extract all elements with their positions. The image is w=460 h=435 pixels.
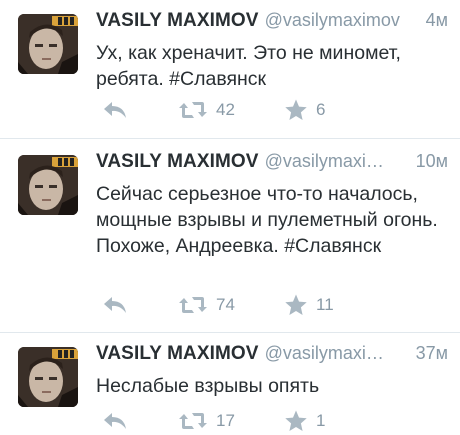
favorite-count: 6 (316, 100, 326, 119)
tweet-actions: 42 6 (96, 96, 436, 124)
star-icon (285, 294, 307, 315)
tweet-actions: 17 1 (96, 407, 436, 435)
retweet-count: 17 (216, 411, 235, 430)
avatar-image (18, 347, 78, 407)
reply-icon (104, 413, 126, 429)
tweet[interactable]: VASILY MAXIMOV @vasilymaxi… 37м Неслабые … (0, 333, 460, 432)
tweet[interactable]: VASILY MAXIMOV @vasilymaximov 4м Ух, как … (0, 0, 460, 138)
timestamp[interactable]: 37м (416, 343, 448, 364)
star-icon (285, 99, 307, 120)
tweet-text: Сейчас серьезное что-то началось, мощные… (96, 183, 438, 257)
author-handle[interactable]: @vasilymaxi… (265, 151, 384, 171)
reply-icon (104, 297, 126, 313)
retweet-icon (179, 102, 207, 118)
tweet-text: Ух, как хреначит. Это не миномет, ребята… (96, 42, 401, 90)
retweet-icon (179, 297, 207, 313)
tweet-content: VASILY MAXIMOV @vasilymaxi… 10м Сейчас се… (96, 151, 448, 259)
author-handle[interactable]: @vasilymaximov (265, 10, 400, 30)
favorite-button[interactable]: 11 (284, 291, 334, 319)
tweet-content: VASILY MAXIMOV @vasilymaxi… 37м Неслабые … (96, 343, 448, 399)
author-handle[interactable]: @vasilymaxi… (265, 343, 384, 363)
author-name[interactable]: VASILY MAXIMOV (96, 343, 259, 364)
retweet-count: 42 (216, 100, 235, 119)
timestamp[interactable]: 4м (426, 10, 448, 31)
tweet-header: VASILY MAXIMOV @vasilymaxi… 10м (96, 151, 448, 175)
star-icon (285, 410, 307, 431)
author-name[interactable]: VASILY MAXIMOV (96, 151, 259, 172)
favorite-count: 1 (316, 411, 326, 430)
tweet-actions: 74 11 (96, 291, 436, 319)
favorite-count: 11 (316, 295, 334, 314)
retweet-button[interactable]: 74 (178, 291, 235, 319)
tweet-header: VASILY MAXIMOV @vasilymaxi… 37м (96, 343, 448, 367)
tweet-content: VASILY MAXIMOV @vasilymaximov 4м Ух, как … (96, 10, 448, 92)
favorite-button[interactable]: 6 (284, 96, 325, 124)
avatar-image (18, 155, 78, 215)
tweet-text: Неслабые взрывы опять (96, 375, 320, 397)
retweet-button[interactable]: 17 (178, 407, 235, 435)
tweet-header: VASILY MAXIMOV @vasilymaximov 4м (96, 10, 448, 34)
favorite-button[interactable]: 1 (284, 407, 325, 435)
avatar[interactable] (18, 14, 78, 74)
reply-button[interactable] (102, 96, 128, 124)
reply-icon (104, 102, 126, 118)
retweet-button[interactable]: 42 (178, 96, 235, 124)
author-name[interactable]: VASILY MAXIMOV (96, 10, 259, 31)
reply-button[interactable] (102, 291, 128, 319)
retweet-count: 74 (216, 295, 235, 314)
avatar[interactable] (18, 155, 78, 215)
timeline: VASILY MAXIMOV @vasilymaximov 4м Ух, как … (0, 0, 460, 432)
timestamp[interactable]: 10м (416, 151, 448, 172)
avatar-image (18, 14, 78, 74)
avatar[interactable] (18, 347, 78, 407)
tweet[interactable]: VASILY MAXIMOV @vasilymaxi… 10м Сейчас се… (0, 139, 460, 332)
reply-button[interactable] (102, 407, 128, 435)
retweet-icon (179, 413, 207, 429)
